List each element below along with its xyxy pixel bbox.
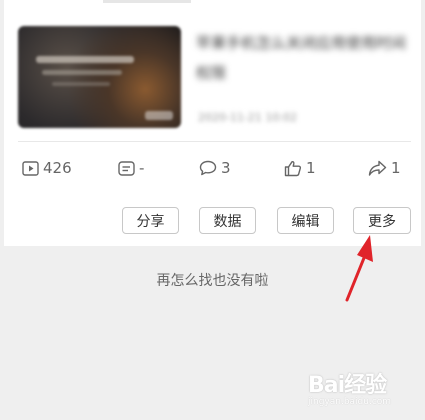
red-arrow-annotation — [345, 235, 373, 302]
watermark-url: jingyan.baidu.com — [308, 397, 392, 407]
baidu-watermark: Bai经验 jingyan.baidu.com — [308, 367, 418, 415]
watermark-logo: Bai经验 — [308, 373, 387, 398]
